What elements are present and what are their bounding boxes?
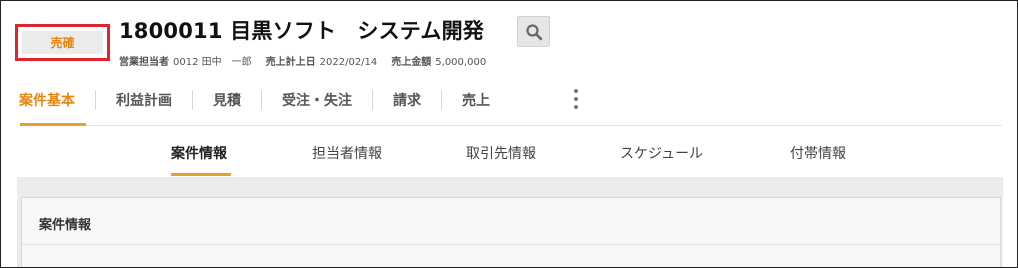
sub-tabs: 案件情報 担当者情報 取引先情報 スケジュール 付帯情報 [1, 141, 1017, 175]
tab-divider [95, 90, 96, 110]
active-subtab-indicator [171, 173, 231, 176]
search-button[interactable] [517, 16, 550, 47]
main-tabs: 案件基本 利益計画 見積 受注・失注 請求 売上 [19, 85, 490, 115]
tab-profit-plan[interactable]: 利益計画 [116, 90, 172, 110]
subtab-case-info[interactable]: 案件情報 [171, 143, 227, 163]
tab-order[interactable]: 受注・失注 [282, 90, 352, 110]
subtab-person-info[interactable]: 担当者情報 [312, 143, 382, 163]
meta-sales-date: 売上計上日 2022/02/14 [265, 57, 378, 68]
subtab-client-info[interactable]: 取引先情報 [466, 143, 536, 163]
tab-divider [441, 90, 442, 110]
page-title: 1800011 目黒ソフト システム開発 [119, 19, 484, 43]
status-highlight-box: 売確 [15, 24, 110, 61]
subtab-schedule[interactable]: スケジュール [620, 143, 703, 163]
panel-divider [22, 244, 1000, 245]
meta-sales-amount: 売上金額 5,000,000 [391, 57, 487, 68]
status-badge: 売確 [22, 31, 103, 54]
meta-sales-person: 営業担当者 0012 田中 一郎 [119, 57, 252, 68]
tab-estimate[interactable]: 見積 [213, 90, 241, 110]
more-vertical-icon[interactable] [569, 87, 583, 111]
header-meta: 営業担当者 0012 田中 一郎 売上計上日 2022/02/14 売上金額 5,00… [119, 53, 486, 68]
tab-sales[interactable]: 売上 [462, 90, 490, 110]
tab-divider [192, 90, 193, 110]
tab-case-basic[interactable]: 案件基本 [19, 90, 75, 110]
app-frame: 売確 1800011 目黒ソフト システム開発 営業担当者 0012 田中 一郎 … [0, 0, 1018, 268]
subtab-additional-info[interactable]: 付帯情報 [790, 143, 846, 163]
active-tab-indicator [20, 123, 86, 126]
tab-invoice[interactable]: 請求 [393, 90, 421, 110]
tab-divider [261, 90, 262, 110]
case-info-panel: 案件情報 [21, 197, 1001, 267]
tab-divider [372, 90, 373, 110]
tabs-divider-line [20, 125, 1002, 126]
panel-title: 案件情報 [39, 218, 92, 233]
search-icon [525, 23, 542, 40]
